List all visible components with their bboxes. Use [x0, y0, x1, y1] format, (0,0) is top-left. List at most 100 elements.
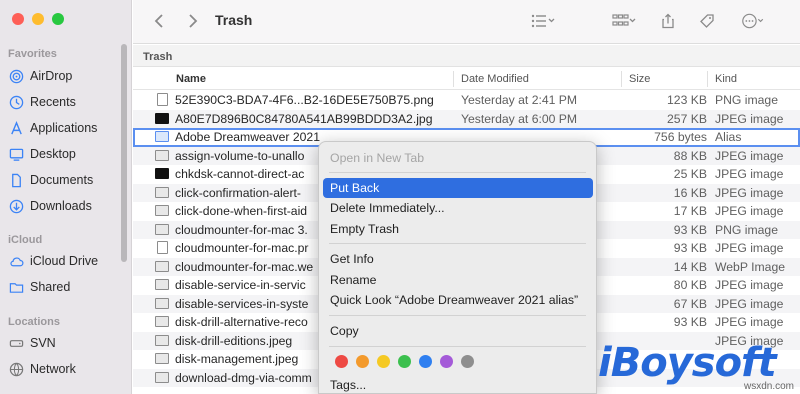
file-name: disable-service-in-servic: [175, 278, 306, 292]
tag-color-dot[interactable]: [335, 355, 348, 368]
zoom-window-button[interactable]: [52, 13, 64, 25]
column-divider[interactable]: [707, 71, 708, 87]
menu-item-tags[interactable]: Tags...: [323, 375, 593, 394]
brand-watermark: iBoysoft: [598, 340, 777, 386]
download-icon: [8, 198, 24, 214]
file-kind: JPEG image: [715, 278, 784, 292]
sidebar-item-applications[interactable]: Applications: [8, 118, 97, 138]
file-date-modified: Yesterday at 2:41 PM: [461, 93, 578, 107]
sidebar-item-airdrop[interactable]: AirDrop: [8, 66, 72, 86]
list-view-icon: [531, 14, 555, 28]
file-size: 93 KB: [673, 222, 707, 237]
file-size: 257 KB: [667, 111, 707, 126]
image-file-icon: [155, 279, 169, 290]
image-file-icon: [157, 241, 168, 254]
share-button[interactable]: [659, 10, 677, 32]
file-kind: JPEG image: [715, 148, 784, 163]
grid-group-icon: [612, 14, 636, 26]
context-menu: Open in New Tab Put Back Delete Immediat…: [318, 141, 597, 394]
alias-file-icon: [155, 131, 169, 142]
tag-color-dot[interactable]: [461, 355, 474, 368]
sidebar-item-recents[interactable]: Recents: [8, 92, 76, 112]
column-kind-header[interactable]: Kind: [715, 73, 737, 85]
file-name: cloudmounter-for-mac.pr: [175, 241, 309, 255]
menu-item-quick-look[interactable]: Quick Look “Adobe Dreamweaver 2021 alias…: [323, 290, 593, 310]
file-size: 93 KB: [673, 315, 707, 329]
menu-separator: [329, 172, 586, 173]
column-size-header[interactable]: Size: [629, 73, 650, 85]
file-name: click-done-when-first-aid: [175, 204, 308, 218]
file-size: 80 KB: [673, 278, 707, 292]
column-header: Name Date Modified Size Kind: [133, 68, 800, 90]
path-bar: Trash: [133, 45, 800, 67]
sidebar-item-label: Shared: [30, 280, 71, 294]
menu-item-get-info[interactable]: Get Info: [323, 249, 593, 269]
view-options-button[interactable]: [526, 10, 560, 32]
column-name-header[interactable]: Name: [176, 73, 206, 85]
file-kind: PNG image: [715, 93, 778, 107]
image-file-icon: [155, 112, 169, 124]
file-name: Adobe Dreamweaver 2021: [175, 130, 320, 144]
column-divider[interactable]: [453, 71, 454, 87]
file-kind: JPEG image: [715, 111, 784, 126]
sidebar-item-documents[interactable]: Documents: [8, 170, 93, 190]
close-window-button[interactable]: [12, 13, 24, 25]
chevron-right-icon: [189, 14, 198, 28]
image-file-icon: [155, 186, 169, 198]
file-row[interactable]: A80E7D896B0C84780A541AB99BDDD3A2.jpg Yest…: [133, 109, 800, 128]
sidebar-section-icloud: iCloud: [8, 234, 43, 246]
column-date-header[interactable]: Date Modified: [461, 73, 529, 85]
image-file-icon: [155, 334, 169, 346]
sidebar-item-label: iCloud Drive: [30, 254, 99, 268]
file-size: 25 KB: [673, 167, 707, 181]
file-name: 52E390C3-BDA7-4F6...B2-16DE5E750B75.png: [175, 93, 434, 107]
file-name: disk-drill-editions.jpeg: [175, 333, 293, 348]
column-divider[interactable]: [621, 71, 622, 87]
file-name: assign-volume-to-unallo: [175, 148, 305, 163]
tag-color-dot[interactable]: [356, 355, 369, 368]
file-kind: JPEG image: [715, 185, 784, 200]
more-actions-button[interactable]: [736, 10, 770, 32]
sidebar-item-desktop[interactable]: Desktop: [8, 144, 76, 164]
tag-color-dot[interactable]: [398, 355, 411, 368]
shared-folder-icon: [8, 279, 24, 295]
image-file-icon: [155, 205, 169, 216]
sidebar-item-shared[interactable]: Shared: [8, 277, 70, 297]
file-row[interactable]: 52E390C3-BDA7-4F6...B2-16DE5E750B75.png Y…: [133, 91, 800, 110]
cloud-icon: [8, 253, 24, 269]
ellipsis-circle-icon: [742, 13, 764, 29]
image-file-icon: [155, 371, 169, 383]
group-button[interactable]: [607, 10, 641, 32]
sidebar-scrollbar[interactable]: [121, 44, 127, 262]
clock-icon: [8, 94, 24, 110]
tags-button[interactable]: [697, 10, 717, 32]
file-size: 123 KB: [667, 93, 707, 107]
tag-color-dot[interactable]: [377, 355, 390, 368]
minimize-window-button[interactable]: [32, 13, 44, 25]
file-kind: JPEG image: [715, 167, 784, 181]
forward-button[interactable]: [183, 10, 201, 32]
sidebar-item-downloads[interactable]: Downloads: [8, 196, 92, 216]
file-size: 67 KB: [673, 296, 707, 311]
file-size: 14 KB: [673, 259, 707, 274]
tag-color-picker: [335, 355, 474, 368]
tag-color-dot[interactable]: [419, 355, 432, 368]
globe-icon: [8, 361, 24, 377]
menu-item-put-back[interactable]: Put Back: [323, 178, 593, 198]
path-bar-label: Trash: [143, 51, 173, 63]
sidebar-item-svn[interactable]: SVN: [8, 333, 56, 353]
sidebar-item-icloud-drive[interactable]: iCloud Drive: [8, 251, 98, 271]
file-name: click-confirmation-alert-: [175, 185, 301, 200]
menu-item-open-in-new-tab[interactable]: Open in New Tab: [323, 148, 593, 168]
image-file-icon: [155, 149, 169, 161]
toolbar: Trash: [133, 0, 800, 44]
menu-item-empty-trash[interactable]: Empty Trash: [323, 219, 593, 239]
image-file-icon: [155, 223, 169, 235]
tag-color-dot[interactable]: [440, 355, 453, 368]
back-button[interactable]: [151, 10, 169, 32]
file-kind: JPEG image: [715, 241, 784, 255]
menu-item-copy[interactable]: Copy: [323, 321, 593, 341]
sidebar-item-network[interactable]: Network: [8, 359, 76, 379]
menu-item-delete-immediately[interactable]: Delete Immediately...: [323, 198, 593, 218]
menu-item-rename[interactable]: Rename: [323, 270, 593, 290]
